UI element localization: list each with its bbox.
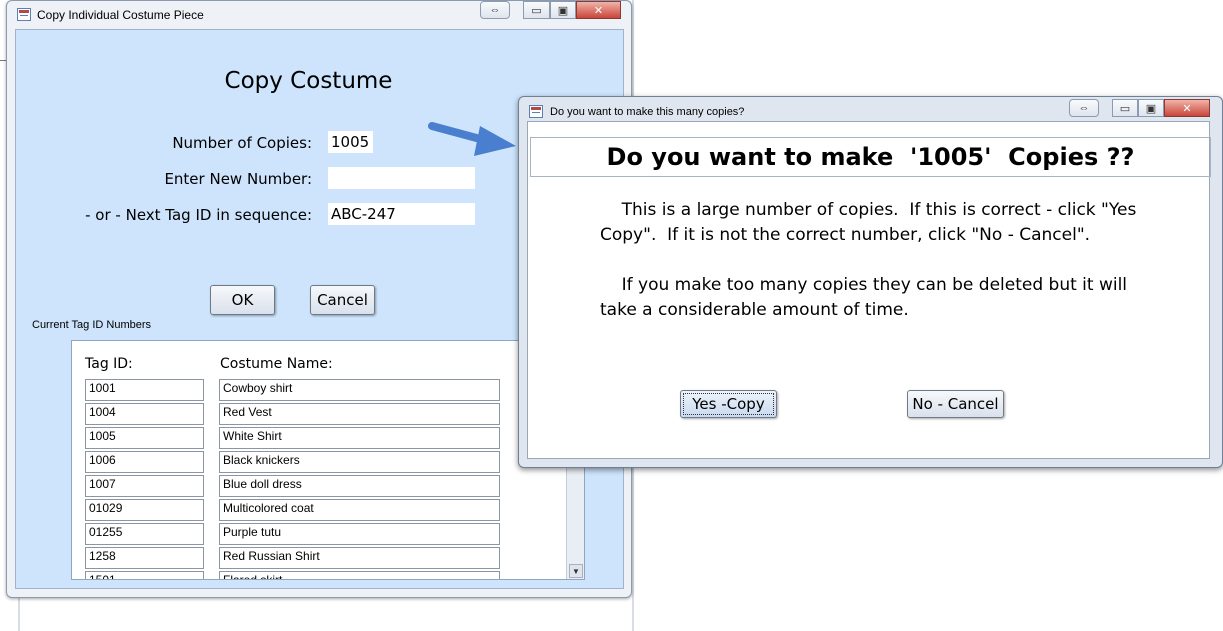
dialog-heading: Do you want to make '1005' Copies ?? [530,137,1211,177]
ok-button[interactable]: OK [210,285,275,315]
next-tag-field[interactable]: ABC-247 [328,203,475,225]
form-app-icon [17,8,31,21]
form-title: Copy Costume [224,68,393,94]
resize-arrows-icon[interactable]: ⇔ [480,1,510,19]
minimize-button[interactable]: ▭ [523,1,550,19]
tag-id-cell[interactable]: 1258 [85,547,204,569]
costume-name-cell[interactable]: Flared skirt [219,571,500,579]
tag-id-cell[interactable]: 1007 [85,475,204,497]
table-row[interactable]: 1006 Black knickers [72,451,584,473]
maximize-button[interactable]: ▣ [1138,99,1164,117]
dialog-body: Do you want to make '1005' Copies ?? Thi… [527,121,1211,459]
yes-copy-button[interactable]: Yes -Copy [680,390,777,418]
table-row[interactable]: 1007 Blue doll dress [72,475,584,497]
next-tag-label: - or - Next Tag ID in sequence: [85,206,312,224]
costume-name-header: Costume Name: [220,356,333,372]
resize-arrows-icon[interactable]: ⇔ [1069,99,1099,117]
table-row[interactable]: 1258 Red Russian Shirt [72,547,584,569]
new-number-label: Enter New Number: [164,170,312,188]
table-row[interactable]: 1005 White Shirt [72,427,584,449]
costume-name-cell[interactable]: Purple tutu [219,523,500,545]
close-button[interactable]: ✕ [576,1,621,19]
minimize-button[interactable]: ▭ [1112,99,1138,117]
pointer-arrow-icon [428,122,516,156]
copies-field[interactable]: 1005 [328,131,373,153]
new-number-field[interactable] [328,167,475,189]
dialog-title: Do you want to make this many copies? [550,106,745,118]
dialog-title-bar[interactable]: Do you want to make this many copies? ⇔ … [519,97,1222,121]
window-title: Copy Individual Costume Piece [37,8,204,22]
tag-id-cell[interactable]: 1006 [85,451,204,473]
costume-name-cell[interactable]: White Shirt [219,427,500,449]
cancel-button[interactable]: Cancel [310,285,375,315]
table-row[interactable]: 01255 Purple tutu [72,523,584,545]
tag-id-header: Tag ID: [85,356,133,372]
costume-name-cell[interactable]: Multicolored coat [219,499,500,521]
dialog-message-correct: This is a large number of copies. If thi… [600,200,1142,245]
tag-id-subform: Tag ID: Costume Name: 1001 Cowboy shirt … [71,340,585,580]
form-app-icon [529,105,543,118]
table-row[interactable]: 01029 Multicolored coat [72,499,584,521]
costume-name-cell[interactable]: Red Russian Shirt [219,547,500,569]
tag-id-cell[interactable]: 1001 [85,379,204,401]
confirm-copies-dialog: Do you want to make this many copies? ⇔ … [518,96,1223,468]
tag-numbers-section-label: Current Tag ID Numbers [32,319,152,331]
table-row[interactable]: 1501 Flared skirt [72,571,584,579]
costume-name-cell[interactable]: Cowboy shirt [219,379,500,401]
window-edge [18,596,20,631]
costume-name-cell[interactable]: Red Vest [219,403,500,425]
scroll-down-icon[interactable]: ▼ [569,564,583,578]
maximize-button[interactable]: ▣ [550,1,576,19]
costume-name-cell[interactable]: Black knickers [219,451,500,473]
copies-label: Number of Copies: [172,134,312,152]
table-row[interactable]: 1001 Cowboy shirt [72,379,584,401]
tag-id-cell[interactable]: 01255 [85,523,204,545]
costume-name-cell[interactable]: Blue doll dress [219,475,500,497]
close-button[interactable]: ✕ [1164,99,1210,117]
title-bar[interactable]: Copy Individual Costume Piece ⇔ ▭ ▣ ✕ [7,1,631,29]
tag-id-cell[interactable]: 1005 [85,427,204,449]
no-cancel-button[interactable]: No - Cancel [907,390,1004,418]
tag-id-cell[interactable]: 01029 [85,499,204,521]
dialog-message-delete: If you make too many copies they can be … [600,275,1133,320]
tag-id-cell[interactable]: 1501 [85,571,204,579]
table-row[interactable]: 1004 Red Vest [72,403,584,425]
tag-id-cell[interactable]: 1004 [85,403,204,425]
